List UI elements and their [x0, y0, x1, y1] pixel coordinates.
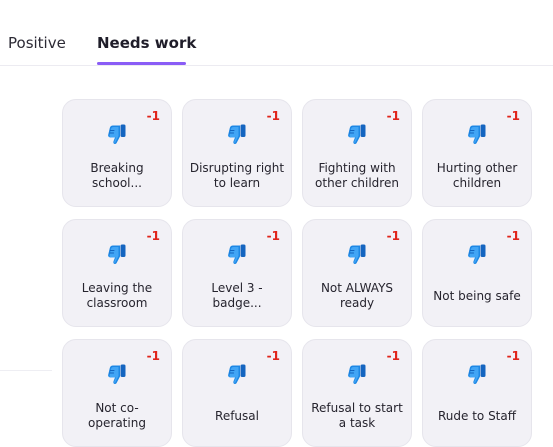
behaviour-card[interactable]: -1 Breaking school... [62, 99, 172, 207]
thumbs-down-icon [104, 360, 130, 386]
behaviour-card[interactable]: -1 Not co-operating [62, 339, 172, 447]
behaviour-grid: -1 Breaking school... -1 Disrupting righ… [62, 99, 532, 447]
behaviour-label: Leaving the classroom [81, 281, 153, 310]
thumbs-down-icon [104, 240, 130, 266]
behaviour-label: Not ALWAYS ready [320, 281, 394, 310]
points-badge: -1 [506, 109, 520, 123]
behaviour-card[interactable]: -1 Fighting with other children [302, 99, 412, 207]
thumbs-down-icon [104, 120, 130, 146]
behaviour-label: Rude to Staff [437, 408, 517, 423]
thumbs-down-icon [344, 120, 370, 146]
behaviour-card[interactable]: -1 Not being safe [422, 219, 532, 327]
thumbs-down-icon [344, 360, 370, 386]
behaviour-label: Breaking school... [90, 161, 144, 190]
tab-positive[interactable]: Positive [8, 34, 66, 52]
behaviour-label: Hurting other children [436, 161, 518, 190]
points-badge: -1 [386, 109, 400, 123]
behaviour-card[interactable]: -1 Level 3 - badge... [182, 219, 292, 327]
points-badge: -1 [146, 349, 160, 363]
behaviour-card[interactable]: -1 Rude to Staff [422, 339, 532, 447]
thumbs-down-icon [344, 240, 370, 266]
thumbs-down-icon [464, 120, 490, 146]
behaviour-picker: Positive Needs work -1 Breaking school..… [0, 0, 553, 447]
active-tab-indicator [97, 62, 186, 65]
thumbs-down-icon [464, 360, 490, 386]
points-badge: -1 [386, 229, 400, 243]
behaviour-card[interactable]: -1 Refusal [182, 339, 292, 447]
behaviour-card[interactable]: -1 Hurting other children [422, 99, 532, 207]
behaviour-label: Refusal to start a task [311, 401, 403, 430]
tab-needs-work[interactable]: Needs work [97, 34, 196, 52]
thumbs-down-icon [224, 120, 250, 146]
behaviour-card[interactable]: -1 Not ALWAYS ready [302, 219, 412, 327]
behaviour-label: Fighting with other children [315, 161, 399, 190]
points-badge: -1 [506, 229, 520, 243]
thumbs-down-icon [224, 240, 250, 266]
points-badge: -1 [266, 229, 280, 243]
points-badge: -1 [146, 229, 160, 243]
behaviour-card[interactable]: -1 Refusal to start a task [302, 339, 412, 447]
tab-bar: Positive Needs work [0, 0, 553, 66]
behaviour-label: Refusal [215, 408, 259, 423]
behaviour-card[interactable]: -1 Disrupting right to learn [182, 99, 292, 207]
divider [0, 370, 52, 371]
behaviour-label: Level 3 - badge... [211, 281, 263, 310]
points-badge: -1 [386, 349, 400, 363]
behaviour-label: Not co-operating [88, 401, 146, 430]
behaviour-label: Disrupting right to learn [189, 161, 285, 190]
thumbs-down-icon [464, 240, 490, 266]
behaviour-card[interactable]: -1 Leaving the classroom [62, 219, 172, 327]
thumbs-down-icon [224, 360, 250, 386]
points-badge: -1 [266, 349, 280, 363]
points-badge: -1 [266, 109, 280, 123]
points-badge: -1 [506, 349, 520, 363]
behaviour-label: Not being safe [433, 288, 521, 303]
points-badge: -1 [146, 109, 160, 123]
